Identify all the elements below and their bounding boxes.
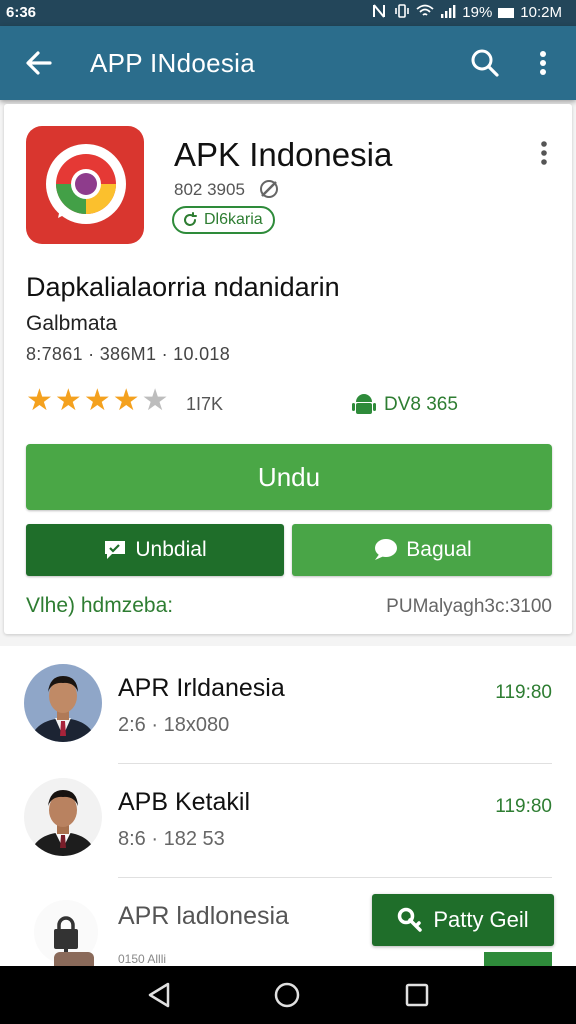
star-icon: ★ [112,384,140,417]
comment-icon [375,539,398,560]
rating-stars: ★ ★ ★ ★ ★ [26,386,169,416]
rating-count: 1I7K [186,394,224,414]
wifi-icon [416,4,434,21]
avatar [24,664,102,742]
verified-icon [258,178,280,200]
list-item-name: APR Irldanesia [118,674,285,702]
secondary-button-left[interactable]: Unbdial [26,524,284,576]
status-badge: Dl6karia [172,206,275,234]
peek-text: 0150 Allli [118,952,167,966]
battery-percent: 19% [462,4,493,21]
chat-icon [105,541,126,559]
app-list: APR Irldanesia 2:6 · 18x080 119:80 APB K… [0,646,576,966]
refresh-icon [184,212,197,226]
app-card: APK Indonesia 802 3905 Dl6karia Dapkalia… [4,104,572,634]
status-bar: 6:36 19% 10:2M [0,0,576,26]
card-footer-left[interactable]: Vlhe) hdmzeba: [26,594,173,618]
more-vert-icon[interactable] [528,46,558,80]
button-peek [484,952,552,966]
status-icons: 19% 10:2M [372,4,562,21]
app-category: Galbmata [26,312,118,335]
secondary-button-right-label: Bagual [406,538,472,561]
nav-recents-icon[interactable] [402,980,432,1010]
status-left-text: 6:36 [6,4,37,21]
navigation-bar [0,966,576,1024]
avatar-peek [54,952,94,966]
list-item[interactable]: APR Irldanesia 2:6 · 18x080 119:80 [0,650,576,764]
list-item-detail: 8:6 · 182 53 [118,828,225,850]
secondary-button-right[interactable]: Bagual [292,524,552,576]
nfc-icon [372,4,388,21]
android-icon [352,392,376,418]
app-bar-title: APP INdoesia [90,48,255,78]
badge-label: Dl6karia [204,211,263,228]
secondary-button-left-label: Unbdial [135,538,207,561]
app-meta: 8:7861 · 386M1 · 10.018 [26,344,231,364]
action-button-label: Patty Geil [433,907,529,932]
vibrate-icon [394,4,410,21]
star-icon: ★ [26,384,53,417]
search-icon[interactable] [468,46,502,80]
nav-back-icon[interactable] [144,980,174,1010]
app-heading: Dapkalialaorria ndanidarin [26,272,340,302]
list-item[interactable]: APB Ketakil 8:6 · 182 53 119:80 [0,764,576,878]
key-icon [398,907,423,932]
back-arrow-icon[interactable] [22,46,56,80]
screen: 6:36 19% 10:2M APP INdoesia APK Indonesi… [0,0,576,1024]
card-footer-right: PUMalyagh3c:3100 [386,596,552,617]
download-button[interactable]: Undu [26,444,552,510]
card-more-icon[interactable] [534,138,554,168]
star-icon: ★ [54,384,82,417]
chrome-icon[interactable] [26,126,144,244]
list-item-name: APB Ketakil [118,788,251,816]
list-item-name: APR ladlonesia [118,902,289,930]
status-time: 10:2M [520,4,562,21]
action-button[interactable]: Patty Geil [372,894,554,946]
list-item-time: 119:80 [495,796,552,817]
app-bar: APP INdoesia [0,26,576,100]
avatar [24,778,102,856]
battery-icon [498,8,515,18]
star-empty-icon: ★ [141,384,169,417]
list-item-detail: 2:6 · 18x080 [118,714,230,736]
nav-home-icon[interactable] [272,980,302,1010]
signal-icon [440,4,456,21]
app-title: APK Indonesia [174,136,393,173]
app-subtitle: 802 3905 [174,180,245,199]
star-icon: ★ [83,384,111,417]
app-version: DV8 365 [384,394,458,415]
list-item-time: 119:80 [495,682,552,703]
